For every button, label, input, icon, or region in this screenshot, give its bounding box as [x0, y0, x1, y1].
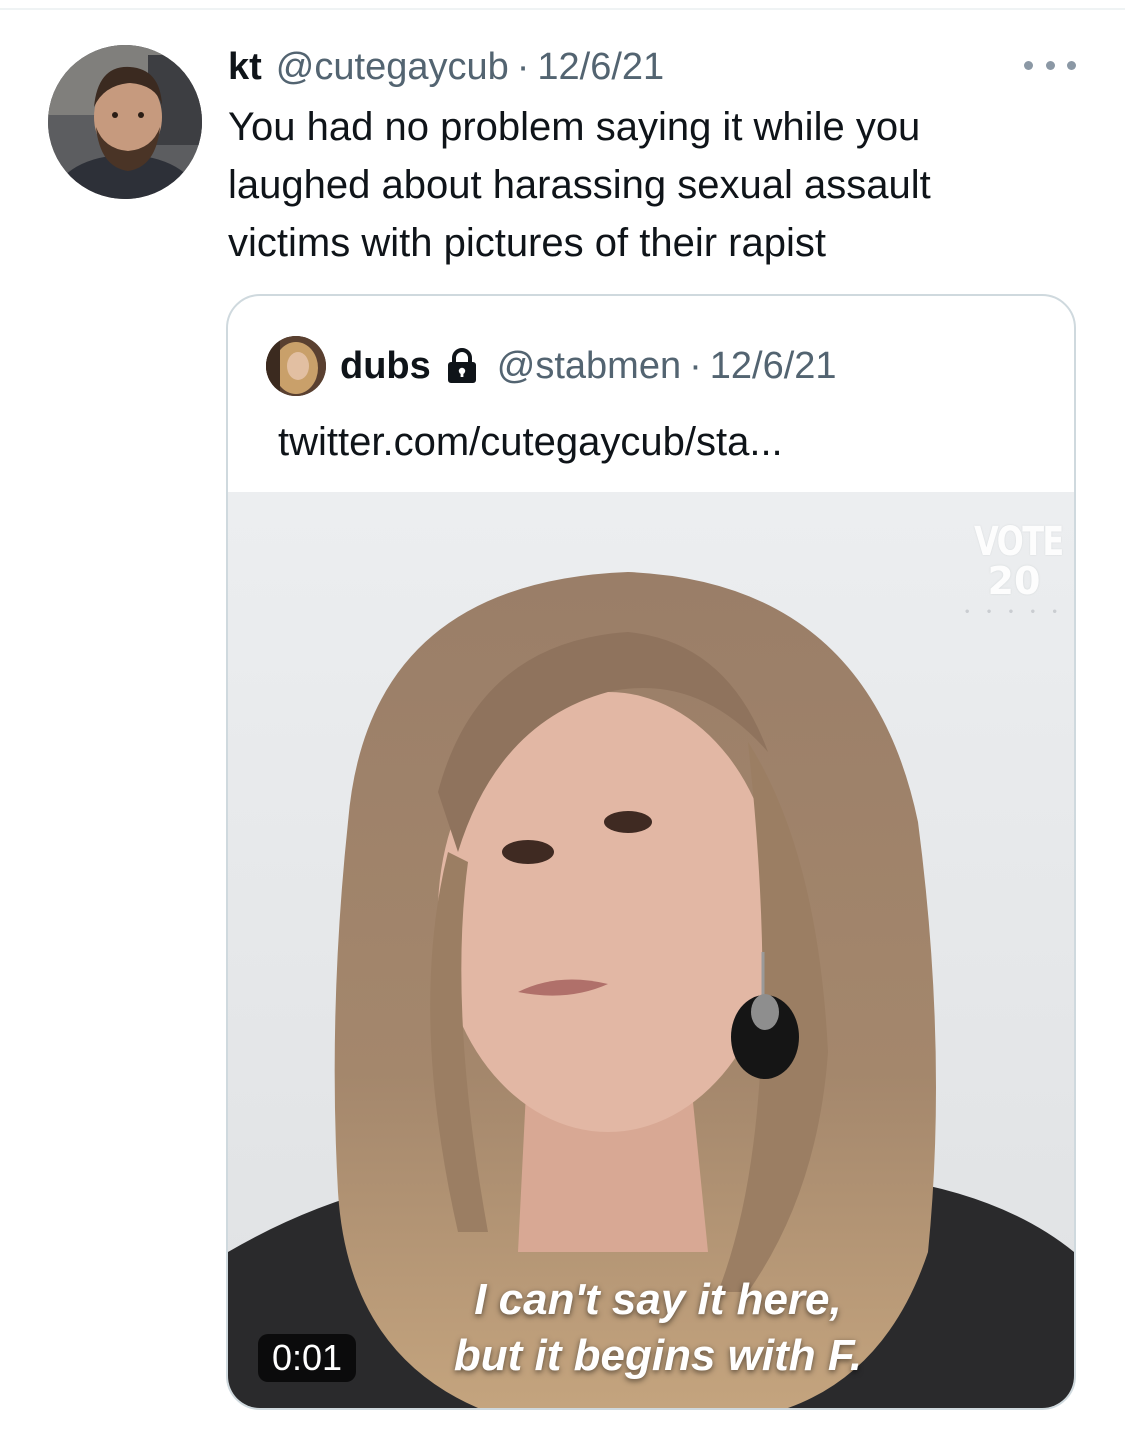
vote-logo-number: 20	[987, 559, 1041, 603]
quoted-header: dubs @stabmen · 12/6/21	[340, 340, 837, 392]
more-dot	[1045, 60, 1055, 70]
caption-line-1: I can't say it here,	[474, 1275, 842, 1324]
video-timestamp: 0:01	[258, 1334, 357, 1382]
vote-logo: VOTE 20 • • • • •	[964, 522, 1064, 618]
quoted-avatar-image	[266, 336, 326, 396]
video-frame	[228, 492, 1074, 1408]
top-divider	[0, 8, 1125, 10]
quoted-author-name[interactable]: dubs	[340, 345, 431, 388]
tweet-header: kt @cutegaycub · 12/6/21	[228, 42, 664, 92]
lock-icon	[445, 347, 479, 385]
avatar[interactable]	[48, 45, 202, 199]
header-separator: ·	[516, 45, 530, 88]
more-dot	[1024, 60, 1033, 70]
quoted-link-text[interactable]: twitter.com/cutegaycub/sta...	[278, 416, 783, 468]
tweet-date[interactable]: 12/6/21	[537, 46, 664, 89]
video-caption: I can't say it here, but it begins with …	[378, 1272, 938, 1384]
author-name[interactable]: kt	[228, 46, 262, 89]
more-dot	[1067, 60, 1076, 70]
vote-logo-word: VOTE	[974, 519, 1064, 565]
caption-line-2: but it begins with F.	[453, 1331, 863, 1380]
quoted-avatar[interactable]	[266, 336, 326, 396]
video-player[interactable]: VOTE 20 • • • • • I can't say it here, b…	[228, 492, 1074, 1408]
tweet-text: You had no problem saying it while you l…	[228, 105, 931, 265]
quoted-author-handle[interactable]: @stabmen	[497, 345, 681, 388]
vote-logo-dots: • • • • •	[964, 607, 1064, 618]
avatar-image	[48, 45, 202, 199]
quoted-date[interactable]: 12/6/21	[710, 345, 837, 388]
quoted-separator: ·	[689, 344, 702, 387]
quoted-tweet-card[interactable]: dubs @stabmen · 12/6/21 twitter.com/cute…	[226, 294, 1076, 1410]
author-handle[interactable]: @cutegaycub	[276, 46, 509, 89]
more-horizontal-icon[interactable]	[1024, 50, 1076, 80]
